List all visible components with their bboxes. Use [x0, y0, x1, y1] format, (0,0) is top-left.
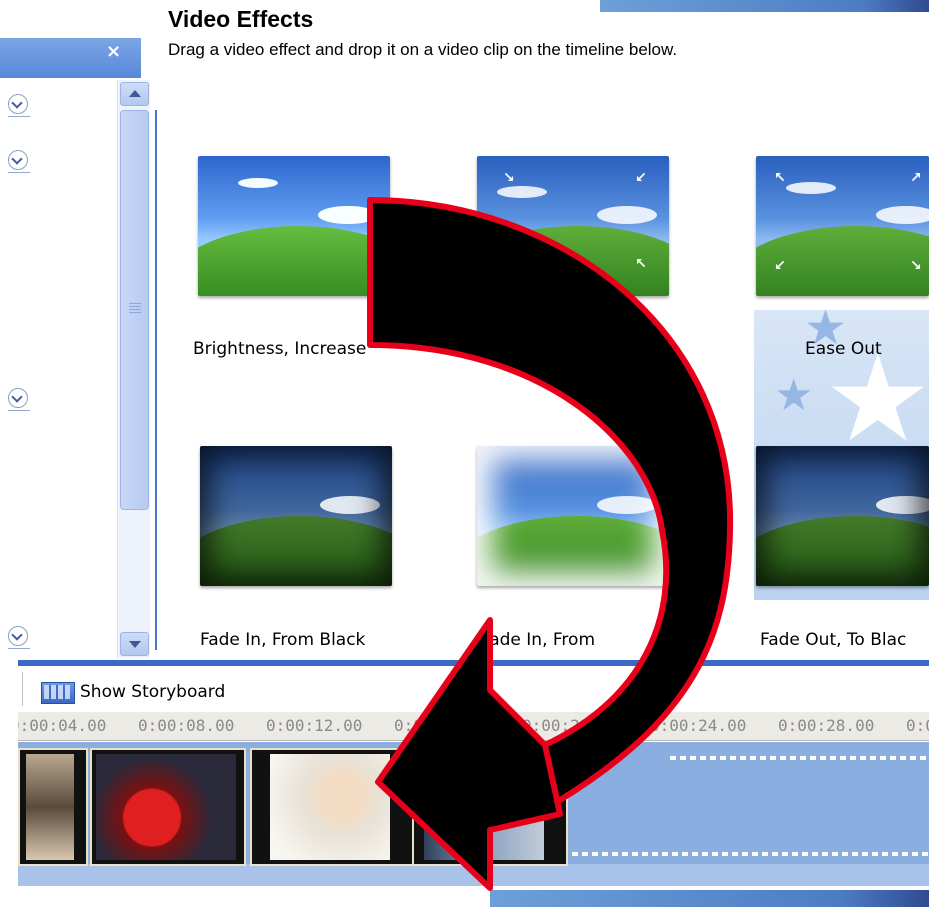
curved-arrow-icon [367, 197, 734, 891]
